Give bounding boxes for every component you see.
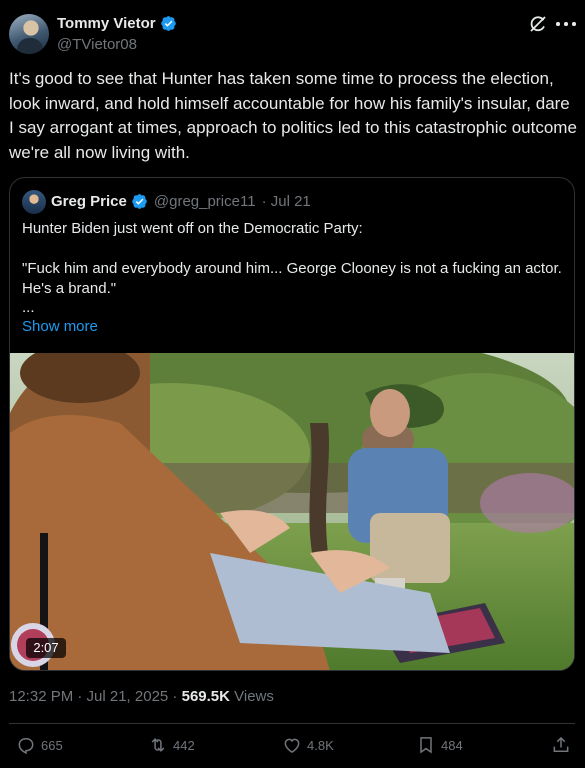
verified-badge-icon [132,194,147,209]
actions-divider [9,723,575,724]
quoted-author-name[interactable]: Greg Price [51,193,127,210]
author-handle[interactable]: @TVietor08 [57,36,137,53]
quoted-author-avatar[interactable] [22,190,46,214]
video-frame [10,353,574,670]
like-button[interactable]: 4.8K [282,735,334,755]
quoted-text-line: Hunter Biden just went off on the Democr… [22,220,363,237]
show-more-link[interactable]: Show more [22,318,98,335]
share-icon [553,736,569,752]
author-display-name[interactable]: Tommy Vietor [57,15,156,32]
quoted-text-ellipsis: ... [22,299,35,316]
quoted-tweet-text: Hunter Biden just went off on the Democr… [22,219,562,299]
tweet-text: It's good to see that Hunter has taken s… [9,69,577,162]
quoted-text-line: "Fuck him and everybody around him... Ge… [22,260,562,297]
video-player[interactable] [10,353,574,670]
tweet-actions: 665 442 4.8K 484 [0,735,585,759]
repost-button[interactable]: 442 [148,735,195,755]
tweet-header: Tommy Vietor @TVietor08 [0,0,585,60]
reply-icon [18,738,34,755]
video-duration: 2:07 [26,638,66,658]
share-button[interactable] [551,735,571,755]
bookmark-button[interactable]: 484 [416,735,463,755]
views-label: Views [229,688,274,705]
more-icon[interactable] [556,14,576,34]
author-avatar[interactable] [9,14,49,54]
quoted-tweet[interactable]: Greg Price @greg_price11 · Jul 21 Hunter… [9,177,575,671]
heart-icon [284,738,300,753]
views-count: 569.5K [181,688,230,705]
quoted-tweet-date[interactable]: · Jul 21 [262,193,311,210]
grok-icon[interactable] [528,14,548,34]
bookmark-count: 484 [441,737,463,753]
reply-button[interactable]: 665 [16,735,63,755]
quoted-author-handle[interactable]: @greg_price11 [154,193,256,210]
verified-badge-icon [160,16,176,31]
tweet-timestamp[interactable]: 12:32 PM · Jul 21, 2025 · [9,688,182,705]
like-count: 4.8K [307,737,334,753]
repost-icon [151,738,165,752]
repost-count: 442 [173,737,195,753]
reply-count: 665 [41,737,63,753]
author-name-row: Tommy Vietor [57,15,177,32]
bookmark-icon [420,737,432,754]
quoted-author-row: Greg Price @greg_price11 · Jul 21 [51,193,311,210]
tweet-timestamp-row: 12:32 PM · Jul 21, 2025 · 569.5K Views [9,688,274,705]
